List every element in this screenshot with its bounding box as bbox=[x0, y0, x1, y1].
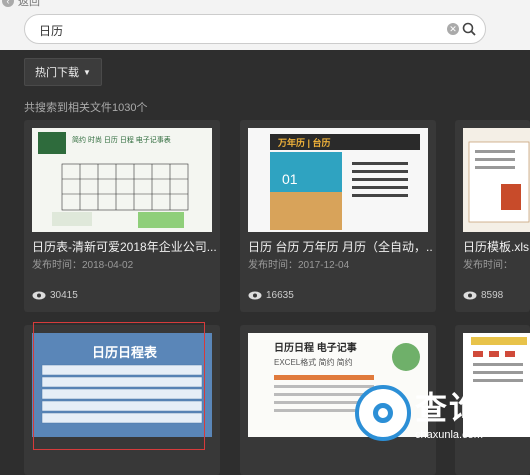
caret-down-icon: ▼ bbox=[83, 67, 91, 77]
watermark-domain: chaxunla.com bbox=[415, 429, 483, 441]
card-views: 30415 bbox=[32, 290, 78, 301]
search-icon[interactable] bbox=[461, 21, 477, 37]
card-date: 发布时间：2017-12-04 bbox=[248, 260, 350, 271]
dropdown-label: 热门下载 bbox=[35, 67, 80, 79]
thumb-banner: 日历日程 电子记事 bbox=[274, 341, 357, 354]
thumb-banner: 万年历 | 台历 bbox=[277, 137, 331, 148]
sort-dropdown[interactable]: 热门下载 ▼ bbox=[24, 58, 102, 86]
card-views: 8598 bbox=[463, 290, 503, 301]
watermark: 查询啦 chaxunla.com bbox=[355, 383, 525, 463]
card-thumbnail bbox=[463, 128, 530, 232]
top-bar: ‹ 返回 日历 ✕ bbox=[0, 0, 530, 50]
watermark-brand: 查询啦 bbox=[415, 390, 518, 426]
result-count: 共搜索到相关文件1030个 bbox=[24, 102, 148, 114]
watermark-logo-icon bbox=[355, 385, 411, 441]
card-thumbnail: 简约 时尚 日历 日程 电子记事表 bbox=[32, 128, 212, 232]
clear-icon[interactable]: ✕ bbox=[447, 23, 459, 35]
selection-highlight bbox=[33, 322, 205, 450]
eye-icon bbox=[463, 291, 477, 300]
view-count: 8598 bbox=[481, 290, 504, 301]
card-views: 16635 bbox=[248, 290, 294, 301]
eye-icon bbox=[32, 291, 46, 300]
card-title[interactable]: 日历表-清新可爱2018年企业公司... bbox=[32, 238, 216, 255]
result-card[interactable]: 日历模板.xls 发布时间： 8598 bbox=[455, 120, 530, 312]
card-date: 发布时间： bbox=[463, 260, 513, 271]
view-count: 16635 bbox=[266, 290, 294, 301]
back-label: 返回 bbox=[18, 0, 40, 8]
card-thumbnail: 万年历 | 台历 01 bbox=[248, 128, 428, 232]
search-box[interactable]: 日历 ✕ bbox=[24, 14, 486, 44]
back-button[interactable]: ‹ 返回 bbox=[2, 0, 40, 8]
search-input[interactable]: 日历 bbox=[39, 22, 63, 39]
thumb-banner: 简约 时尚 日历 日程 电子记事表 bbox=[72, 135, 171, 144]
result-card[interactable]: 简约 时尚 日历 日程 电子记事表 日历表-清新可爱2018年企业公司... 发… bbox=[24, 120, 220, 312]
back-arrow-icon: ‹ bbox=[2, 0, 14, 7]
view-count: 30415 bbox=[50, 290, 78, 301]
card-title[interactable]: 日历 台历 万年历 月历（全自动，... bbox=[248, 238, 432, 255]
card-title[interactable]: 日历模板.xls bbox=[463, 238, 530, 255]
thumb-subtitle: EXCEL格式 简约 简约 bbox=[274, 357, 353, 367]
card-date: 发布时间：2018-04-02 bbox=[32, 260, 134, 271]
eye-icon bbox=[248, 291, 262, 300]
result-card[interactable]: 万年历 | 台历 01 日历 台历 万年历 月历（全自动，... 发布时间：20… bbox=[240, 120, 436, 312]
thumb-logo: 01 bbox=[282, 171, 298, 187]
